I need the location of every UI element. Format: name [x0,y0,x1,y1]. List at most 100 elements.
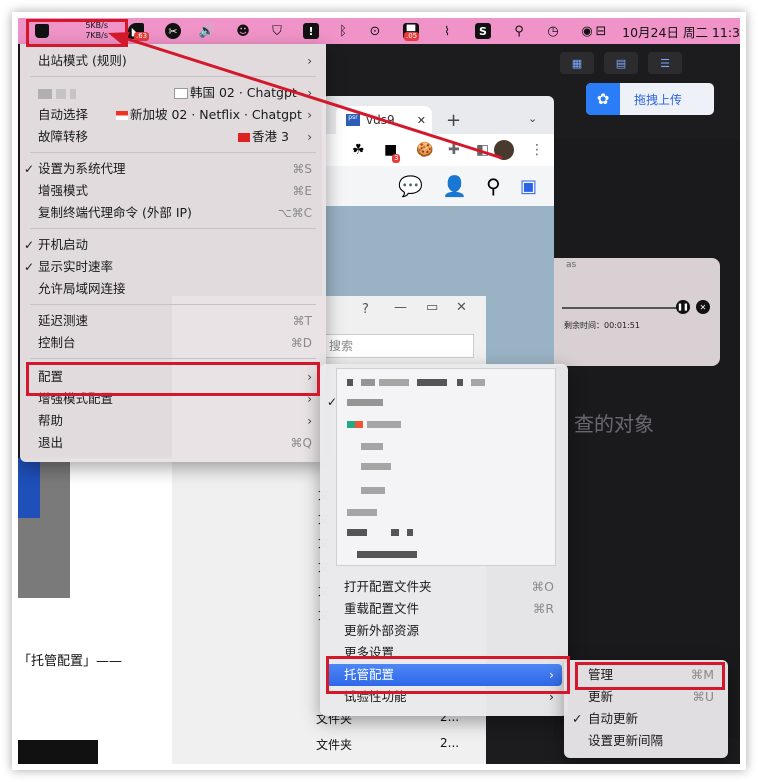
player-progress[interactable] [562,307,690,309]
app-badge-1: .63 [134,32,150,41]
checkmark-icon: ✓ [24,260,35,274]
player-time: 剩余时间：00:01:51 [564,321,640,330]
sub2-item-auto-update[interactable]: ✓ 自动更新 [564,708,728,730]
control-center-icon[interactable]: ⊟ [592,18,610,44]
menu-item-outbound-mode[interactable]: 出站模式 (规则) › [20,50,326,72]
volume-icon[interactable]: 🔊 [198,18,216,44]
checkmark-icon: ✓ [572,711,583,726]
search-icon[interactable]: ⚲ [510,18,528,44]
annotation-box-menubar [26,19,128,47]
bluetooth-icon[interactable]: ᛒ [334,18,352,44]
shield-icon[interactable]: ⛉ [268,18,286,44]
submenu-item-reload-config[interactable]: 重载配置文件 ⌘R [320,598,568,620]
chat-icon[interactable]: 💬 [398,174,423,198]
menu-item-latency-test[interactable]: 延迟测速 ⌘T [20,310,326,332]
pause-icon[interactable]: ❚❚ [676,300,690,314]
grid-view-icon[interactable]: ▦ [560,52,594,74]
tab-list-icon[interactable]: ⌄ [528,112,537,125]
left-black-block [18,740,98,764]
menu-item-allow-lan[interactable]: 允许局域网连接 [20,278,326,300]
maximize-icon[interactable]: ▭ [426,300,438,315]
file-date: 2... [440,736,460,750]
mask-icon[interactable]: ☻ [234,18,252,44]
page-toolbar: 💬 👤 ⚲ ▣ [322,166,554,207]
tab-favicon-icon: psr [346,114,360,126]
app-badge-2: .05 [404,32,420,41]
card-icon[interactable]: ▣ [520,176,537,197]
left-caption: 「托管配置」—— [18,654,123,669]
file-row[interactable]: 文件夹 [316,736,352,753]
menu-item-quit[interactable]: 退出 ⌘Q [20,432,326,454]
left-image-accent [18,458,40,518]
submenu-item-update-external[interactable]: 更新外部资源 [320,620,568,642]
tab-close-icon[interactable]: ✕ [417,114,426,127]
upload-button[interactable]: ✿ 拖拽上传 [586,83,714,115]
annotation-box-config [26,362,320,396]
menubar-clock[interactable]: 10月24日 周二 11:3 [622,18,740,44]
profile-avatar[interactable] [494,140,514,160]
annotation-box-managed-config [326,656,570,694]
menu-item-proxy-group[interactable]: 韩国 02 · Chatgpt › [20,82,326,104]
history-icon[interactable]: ◷ [544,18,562,44]
wifi-off-icon[interactable]: ⌇ [438,18,456,44]
extension-badge: 3 [392,154,401,163]
chevron-right-icon: › [307,130,312,144]
sg-flag-icon [116,111,128,120]
menu-separator [30,358,316,359]
checkmark-icon: ✓ [24,238,35,252]
menu-item-launch-at-login[interactable]: ✓ 开机启动 [20,234,326,256]
menu-separator [30,76,316,77]
screenshot-frame: ▦ ▤ ☰ ✿ 拖拽上传 查的对象 as ❚❚ ✕ 剩余时间：00:01:51 … [18,18,740,764]
kr-flag-icon [174,88,188,99]
filter-icon[interactable]: ☰ [648,52,682,74]
annotation-box-manage [575,662,725,690]
close-icon[interactable]: ✕ [456,300,467,315]
more-icon[interactable]: ⋮ [530,142,544,158]
right-panel [554,138,740,738]
puzzle-icon[interactable]: ✚ [448,142,460,158]
minimize-icon[interactable]: — [394,300,407,315]
menu-item-auto-select[interactable]: 自动选择 新加坡 02 · Netflix · Chatgpt › [20,104,326,126]
play-icon[interactable]: ⊙ [366,18,384,44]
menu-item-failover[interactable]: 故障转移 香港 3 › [20,126,326,148]
user-icon[interactable]: 👤 [442,174,467,198]
checkmark-icon: ✓ [24,162,35,176]
menu-item-system-proxy[interactable]: ✓ 设置为系统代理 ⌘S [20,158,326,180]
alert-icon[interactable]: ! [302,18,320,44]
menu-item-console[interactable]: 控制台 ⌘D [20,332,326,354]
player-fragment: as [566,260,577,270]
sub2-item-update-interval[interactable]: 设置更新间隔 [564,730,728,752]
search-icon[interactable]: ⚲ [486,174,501,198]
menu-item-copy-proxy-command[interactable]: 复制终端代理命令 (外部 IP) ⌥⌘C [20,202,326,224]
chevron-right-icon: › [307,414,312,428]
list-view-icon[interactable]: ▤ [604,52,638,74]
scissors-icon[interactable]: ✂ [164,18,182,44]
menu-separator [30,152,316,153]
media-player: as ❚❚ ✕ 剩余时间：00:01:51 [546,258,720,366]
cookie-icon[interactable]: 🍪 [416,142,433,158]
browser-toolbar: ☘ ■ 3 🍪 ✚ ◧ ⋮ [322,134,554,166]
chevron-right-icon: › [307,86,312,100]
menu-item-help[interactable]: 帮助 › [20,410,326,432]
dialog-search-input[interactable]: 搜索 [322,334,474,358]
submenu-item-open-config-folder[interactable]: 打开配置文件夹 ⌘O [320,576,568,598]
hk-flag-icon [238,133,250,142]
extension-icon-1[interactable]: ☘ [352,142,365,158]
menu-item-enhanced-mode[interactable]: 增强模式 ⌘E [20,180,326,202]
cloud-icon: ✿ [586,83,620,115]
chevron-right-icon: › [307,54,312,68]
upload-label: 拖拽上传 [634,92,683,107]
sidebar-icon[interactable]: ◧ [476,142,489,158]
help-icon[interactable]: ? [362,302,369,317]
tab-title: vds9 [366,113,395,127]
proxy-menu: 出站模式 (规则) › 韩国 02 · Chatgpt › 自动选择 新加坡 02… [20,44,326,462]
browser-tab[interactable]: psr vds9 ✕ [336,106,432,134]
menu-separator [30,228,316,229]
menu-item-show-speed[interactable]: ✓ 显示实时速率 [20,256,326,278]
s-app-icon[interactable]: S [474,18,492,44]
background-text: 查的对象 [574,412,654,436]
new-tab-icon[interactable]: + [446,110,461,131]
close-icon[interactable]: ✕ [696,300,710,314]
checkmark-icon: ✓ [327,395,338,409]
menu-separator [30,304,316,305]
